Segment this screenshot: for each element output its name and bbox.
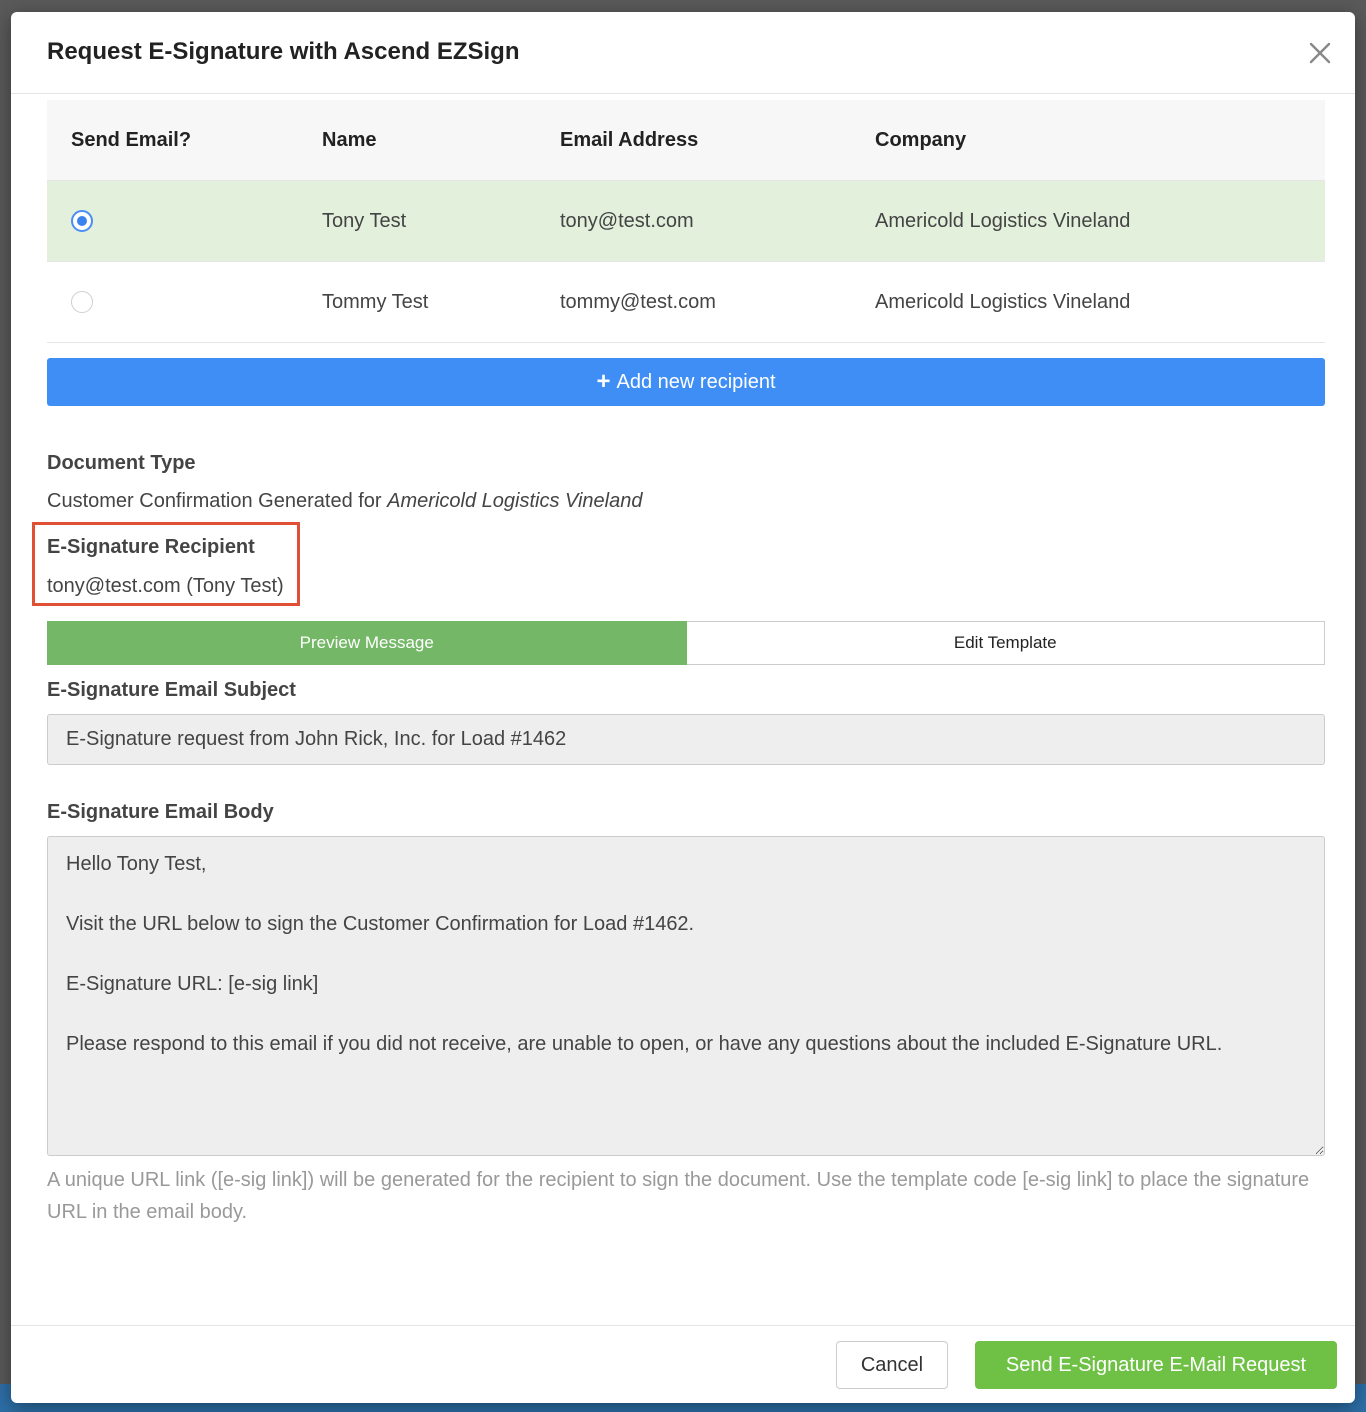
send-email-radio[interactable] — [71, 291, 93, 314]
recipients-table: Send Email? Name Email Address Company T… — [47, 100, 1325, 343]
recipient-company: Americold Logistics Vineland — [875, 261, 1325, 343]
header-send-email: Send Email? — [71, 128, 192, 151]
send-email-radio[interactable] — [71, 210, 93, 233]
modal-title: Request E-Signature with Ascend EZSign — [47, 38, 520, 65]
recipient-company: Americold Logistics Vineland — [875, 180, 1325, 262]
document-type-value: Customer Confirmation Generated for Amer… — [47, 490, 642, 513]
document-type-prefix: Customer Confirmation Generated for — [47, 490, 388, 512]
edit-template-button[interactable]: Edit Template — [686, 621, 1325, 665]
close-icon[interactable] — [1307, 40, 1333, 66]
document-type-label: Document Type — [47, 452, 196, 474]
email-subject-input[interactable] — [47, 714, 1325, 765]
esig-recipient-label: E-Signature Recipient — [47, 536, 255, 558]
add-recipient-button[interactable]: + Add new recipient — [47, 358, 1325, 406]
header-company: Company — [875, 128, 967, 151]
recipient-email: tony@test.com — [560, 180, 875, 262]
preview-message-button[interactable]: Preview Message — [47, 621, 687, 665]
recipient-name: Tony Test — [322, 180, 560, 262]
add-recipient-label: Add new recipient — [616, 370, 776, 393]
esig-recipient-value: tony@test.com (Tony Test) — [47, 575, 284, 597]
email-body-label: E-Signature Email Body — [47, 801, 274, 823]
recipient-name: Tommy Test — [322, 261, 560, 343]
help-text: A unique URL link ([e-sig link]) will be… — [47, 1169, 1310, 1223]
table-row[interactable]: Tommy Test tommy@test.com Americold Logi… — [47, 261, 1325, 343]
header-email: Email Address — [560, 128, 699, 151]
modal-footer: Cancel Send E-Signature E-Mail Request — [11, 1325, 1355, 1403]
email-body-textarea[interactable]: Hello Tony Test, Visit the URL below to … — [47, 836, 1325, 1156]
table-header-row: Send Email? Name Email Address Company — [47, 100, 1325, 181]
modal-header: Request E-Signature with Ascend EZSign — [11, 12, 1355, 94]
plus-icon: + — [596, 368, 611, 395]
esignature-modal: Request E-Signature with Ascend EZSign S… — [11, 12, 1355, 1403]
header-name: Name — [322, 128, 377, 151]
cancel-button[interactable]: Cancel — [836, 1341, 948, 1389]
table-row[interactable]: Tony Test tony@test.com Americold Logist… — [47, 180, 1325, 262]
modal-body: Send Email? Name Email Address Company T… — [32, 100, 1325, 1223]
email-subject-label: E-Signature Email Subject — [47, 679, 296, 701]
message-toggle: Preview Message Edit Template — [47, 621, 1325, 665]
document-type-company: Americold Logistics Vineland — [387, 490, 643, 512]
send-request-button[interactable]: Send E-Signature E-Mail Request — [975, 1341, 1337, 1389]
recipient-email: tommy@test.com — [560, 261, 875, 343]
